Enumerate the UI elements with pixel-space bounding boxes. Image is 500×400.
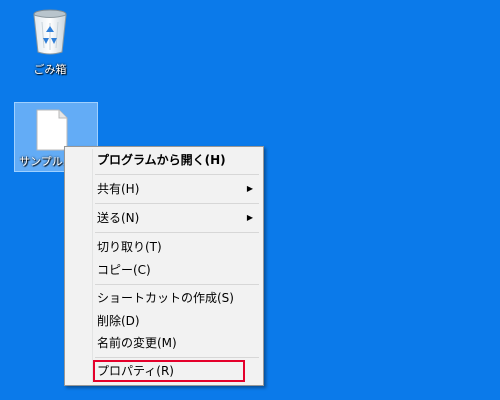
menu-item-label: 共有(H) xyxy=(97,182,140,196)
context-menu: プログラムから開く(H) 共有(H) ▶ 送る(N) ▶ 切り取り(T) コピー… xyxy=(64,146,264,386)
menu-item-rename[interactable]: 名前の変更(M) xyxy=(97,333,261,353)
sample-file-label: サンプル... xyxy=(19,155,67,168)
menu-item-cut[interactable]: 切り取り(T) xyxy=(97,237,261,257)
menu-item-label: 削除(D) xyxy=(97,314,140,328)
menu-item-send-to[interactable]: 送る(N) ▶ xyxy=(97,208,261,228)
menu-separator xyxy=(95,232,259,233)
menu-separator xyxy=(95,284,259,285)
properties-highlight-box xyxy=(93,360,245,382)
menu-item-label: ショートカットの作成(S) xyxy=(97,291,234,305)
menu-item-copy[interactable]: コピー(C) xyxy=(97,260,261,280)
menu-separator xyxy=(95,174,259,175)
menu-separator xyxy=(95,357,259,358)
menu-separator xyxy=(95,203,259,204)
recycle-bin-shortcut[interactable]: ごみ箱 xyxy=(18,4,82,78)
menu-gutter-divider xyxy=(92,149,93,383)
document-icon xyxy=(36,109,68,151)
submenu-arrow-icon: ▶ xyxy=(246,213,253,222)
recycle-bin-label: ごみ箱 xyxy=(33,63,67,76)
recycle-bin-icon xyxy=(33,9,67,55)
menu-item-label: プログラムから開く(H) xyxy=(97,153,226,167)
submenu-arrow-icon: ▶ xyxy=(246,184,253,193)
menu-item-label: 名前の変更(M) xyxy=(97,336,177,350)
menu-item-delete[interactable]: 削除(D) xyxy=(97,311,261,331)
menu-item-label: 切り取り(T) xyxy=(97,240,162,254)
desktop: ごみ箱 サンプル... プログラムから開く(H) 共有(H) ▶ 送る(N) ▶… xyxy=(0,0,500,400)
menu-item-open-with[interactable]: プログラムから開く(H) xyxy=(97,150,261,170)
menu-item-label: コピー(C) xyxy=(97,263,151,277)
menu-item-label: 送る(N) xyxy=(97,211,140,225)
menu-item-create-shortcut[interactable]: ショートカットの作成(S) xyxy=(97,288,261,308)
menu-item-share[interactable]: 共有(H) ▶ xyxy=(97,179,261,199)
